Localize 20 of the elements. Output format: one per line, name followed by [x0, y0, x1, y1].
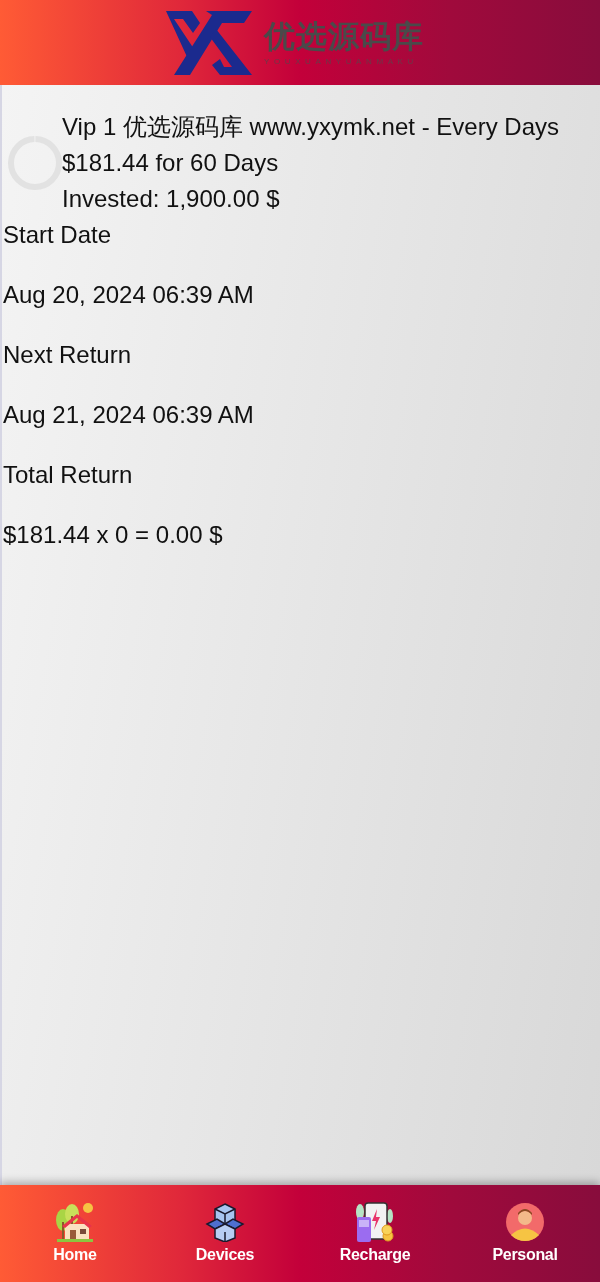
logo-subtitle: YOUXUANYUANMAKU	[264, 57, 418, 67]
avatar-icon	[505, 1202, 545, 1242]
box-icon	[205, 1202, 245, 1242]
detail-label: Next Return	[3, 340, 132, 370]
nav-tab[interactable]: Recharge	[339, 1202, 411, 1265]
plan-invested: Invested: 1,900.00 $	[62, 184, 281, 214]
detail-value: Aug 20, 2024 06:39 AM	[3, 280, 254, 310]
plan-title: Vip 1 优选源码库 www.yxymk.net - Every Days	[62, 112, 559, 142]
nav-tab[interactable]: Devices	[195, 1202, 255, 1265]
detail-label: Total Return	[3, 460, 133, 490]
house-icon	[55, 1202, 95, 1242]
logo-icon	[166, 10, 252, 75]
logo-title: 优选源码库	[264, 18, 424, 54]
plan-return: $181.44 for 60 Days	[62, 148, 280, 178]
detail-label: Start Date	[3, 220, 112, 250]
nav-tab[interactable]: Personal	[492, 1202, 558, 1265]
detail-value: $181.44 x 0 = 0.00 $	[3, 520, 223, 550]
phone-icon	[355, 1202, 395, 1242]
nav-tab[interactable]: Home	[53, 1202, 97, 1265]
detail-value: Aug 21, 2024 06:39 AM	[3, 400, 254, 430]
